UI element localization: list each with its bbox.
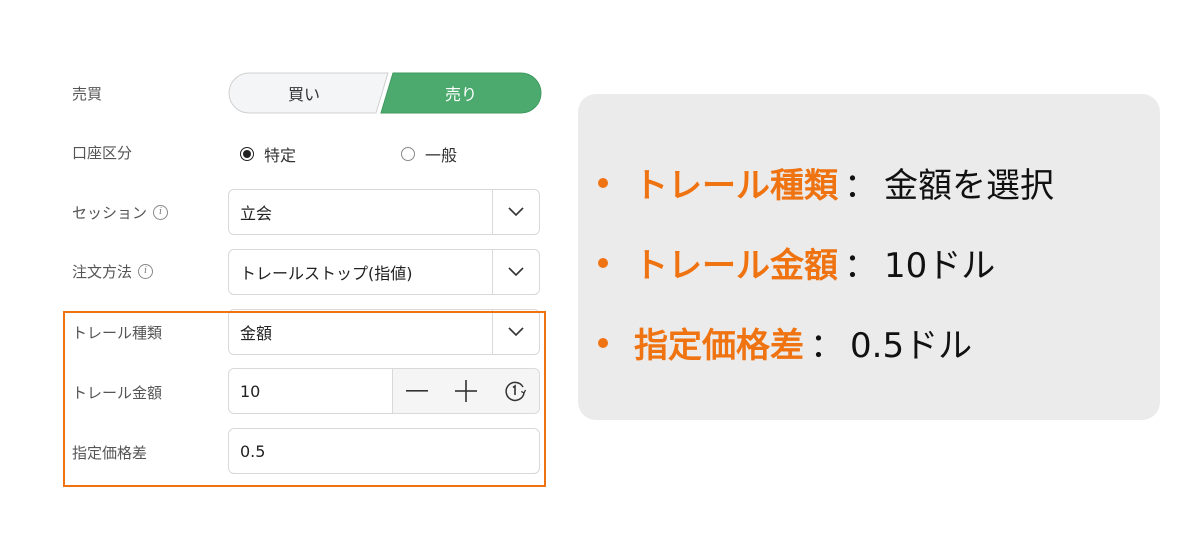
order-method-select[interactable]: トレールストップ(指値) [228, 249, 540, 295]
chevron-down-icon[interactable] [492, 310, 539, 354]
radio-unchecked-icon [401, 147, 415, 161]
info-icon[interactable]: i [153, 204, 169, 220]
buy-button[interactable]: 買い [228, 72, 380, 114]
bullet-icon [598, 177, 608, 188]
order-method-label: 注文方法 i [72, 261, 154, 281]
step-size-icon[interactable] [497, 373, 533, 409]
panel-item-trail-type: トレール種類 ： 金額を選択 [598, 158, 1054, 207]
account-label: 口座区分 [72, 143, 133, 162]
session-select[interactable]: 立会 [228, 189, 540, 235]
panel-item-limit-diff: 指定価格差 ： 0.5ドル [598, 318, 972, 367]
trail-type-label: トレール種類 [72, 323, 163, 342]
side-toggle[interactable]: 買い 売り [228, 72, 542, 114]
radio-checked-icon [240, 147, 254, 161]
side-label: 売買 [72, 84, 103, 103]
bullet-icon [598, 337, 608, 348]
sell-button[interactable]: 売り [380, 72, 542, 114]
chevron-down-icon[interactable] [492, 250, 539, 294]
explanation-panel: トレール種類 ： 金額を選択 トレール金額 ： 10ドル 指定価格差 ： 0.5… [578, 94, 1160, 420]
trail-amount-label: トレール金額 [72, 383, 163, 402]
limit-diff-input[interactable]: 0.5 [228, 428, 540, 474]
account-radio-ippan[interactable]: 一般 [401, 142, 457, 166]
chevron-down-icon[interactable] [492, 190, 539, 234]
info-icon[interactable]: i [138, 263, 154, 279]
account-radio-tokutei[interactable]: 特定 [240, 142, 296, 166]
plus-icon[interactable] [448, 373, 484, 409]
trail-amount-stepper [392, 369, 539, 413]
session-label: セッション i [72, 202, 169, 222]
trail-type-select[interactable]: 金額 [228, 309, 540, 355]
panel-item-trail-amount: トレール金額 ： 10ドル [598, 238, 995, 287]
bullet-icon [598, 257, 608, 268]
minus-icon[interactable] [399, 373, 435, 409]
trail-amount-input[interactable]: 10 [228, 368, 540, 414]
limit-diff-label: 指定価格差 [72, 443, 148, 462]
